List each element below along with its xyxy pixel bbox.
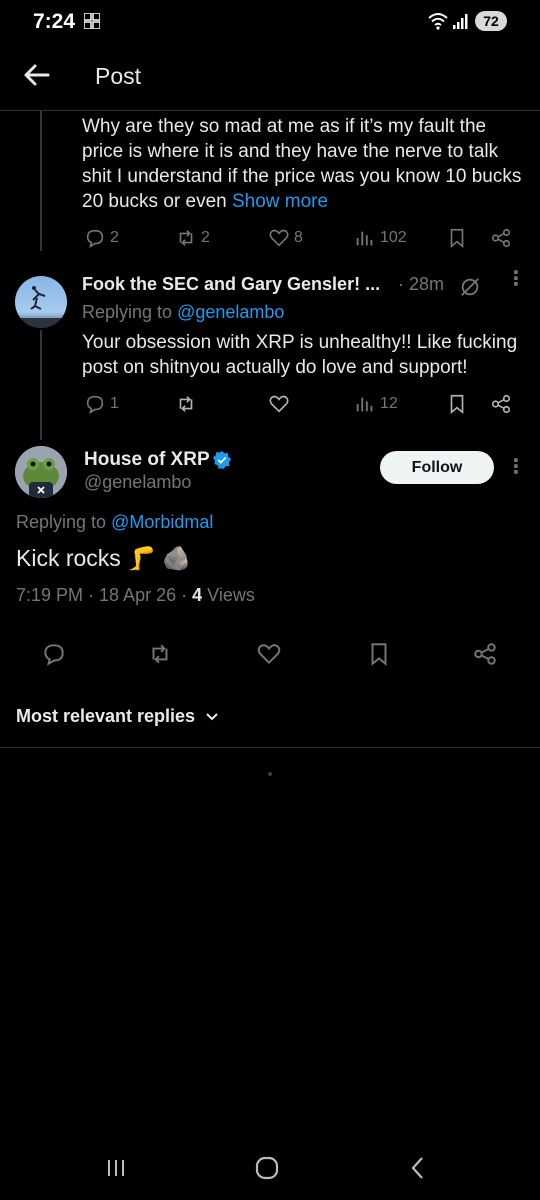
views-count: 12: [380, 395, 398, 412]
thread-line-2: [40, 330, 42, 440]
views-icon: [356, 397, 373, 412]
repost-count: 2: [201, 229, 210, 246]
show-more-link[interactable]: Show more: [232, 191, 328, 212]
post-views-label: Views: [207, 585, 255, 605]
sort-label: Most relevant replies: [16, 706, 196, 726]
thread-line: [40, 111, 42, 251]
avatar[interactable]: [15, 276, 67, 328]
recent-apps-icon[interactable]: [104, 1156, 128, 1180]
windows-icon: [84, 13, 100, 29]
reply2-replying-to: Replying to @genelambo: [82, 302, 284, 323]
page-title: Post: [95, 63, 142, 89]
views-count: 102: [380, 229, 407, 246]
reply-button-2[interactable]: 1: [84, 393, 119, 415]
home-icon[interactable]: [254, 1155, 280, 1181]
more-options-icon[interactable]: ⋮: [506, 457, 526, 477]
bookmark-icon[interactable]: [446, 227, 468, 249]
post-meta: 7:19 PM · 18 Apr 26 · 4 Views: [16, 585, 255, 606]
verified-badge-icon: [212, 450, 232, 470]
back-arrow-icon[interactable]: [22, 60, 52, 90]
share-icon[interactable]: [490, 393, 512, 415]
views-icon: [356, 231, 373, 246]
heart-icon: [269, 395, 289, 413]
post-text: Kick rocks 🦵 🪨: [16, 545, 191, 571]
bookmark-icon[interactable]: [366, 641, 392, 667]
header-divider: [0, 110, 540, 111]
replying-prefix: Replying to: [16, 512, 107, 532]
post-author-name[interactable]: House of XRP: [84, 449, 210, 471]
heart-icon: [269, 229, 289, 247]
signal-icon: [453, 14, 468, 29]
like-button[interactable]: 8: [268, 227, 303, 249]
section-divider: [0, 747, 540, 748]
post-replying-to: Replying to @Morbidmal: [16, 512, 213, 533]
loading-dot: [268, 772, 272, 776]
back-nav-icon[interactable]: [406, 1155, 430, 1181]
sort-replies-dropdown[interactable]: Most relevant replies: [16, 706, 219, 727]
grok-icon[interactable]: [459, 276, 481, 298]
frog-avatar-icon: [15, 446, 67, 498]
mention-link[interactable]: @Morbidmal: [111, 512, 213, 532]
repost-button-2[interactable]: [175, 393, 197, 415]
replying-prefix: Replying to: [82, 302, 173, 322]
avatar[interactable]: [15, 446, 67, 498]
like-button-2[interactable]: [268, 393, 290, 415]
share-icon[interactable]: [472, 641, 498, 667]
prev-reply-text[interactable]: Why are they so mad at me as if it’s my …: [82, 114, 522, 214]
reply-icon[interactable]: [41, 641, 67, 667]
views-button[interactable]: 102: [354, 227, 407, 249]
bookmark-icon[interactable]: [446, 393, 468, 415]
chevron-down-icon: [206, 712, 218, 720]
reply-icon: [86, 229, 104, 248]
repost-icon: [179, 230, 193, 246]
repost-icon: [179, 396, 193, 412]
follow-button[interactable]: Follow: [380, 451, 494, 484]
share-icon[interactable]: [490, 227, 512, 249]
more-options-icon[interactable]: ⋮: [506, 269, 526, 289]
heart-icon[interactable]: [256, 641, 282, 667]
reply2-text: Your obsession with XRP is unhealthy!! L…: [82, 332, 518, 378]
post-timestamp: 7:19 PM · 18 Apr 26 ·: [16, 585, 188, 605]
post-author-handle[interactable]: @genelambo: [84, 472, 191, 493]
reply-icon: [86, 395, 104, 414]
views-button-2[interactable]: 12: [354, 393, 398, 415]
wifi-icon: [428, 13, 448, 30]
reply-button[interactable]: 2: [84, 227, 119, 249]
status-time: 7:24: [33, 10, 76, 33]
like-count: 8: [294, 229, 303, 246]
runner-icon: [15, 286, 67, 328]
reply2-time: · 28m: [398, 274, 445, 294]
battery-indicator: 72: [475, 11, 507, 31]
repost-icon[interactable]: [147, 641, 173, 667]
mention-link[interactable]: @genelambo: [177, 302, 284, 322]
post-view-count: 4: [192, 585, 203, 605]
repost-button[interactable]: 2: [175, 227, 210, 249]
reply-count: 1: [110, 395, 119, 412]
reply-count: 2: [110, 229, 119, 246]
reply2-author-name[interactable]: Fook the SEC and Gary Gensler! ...: [82, 274, 380, 295]
